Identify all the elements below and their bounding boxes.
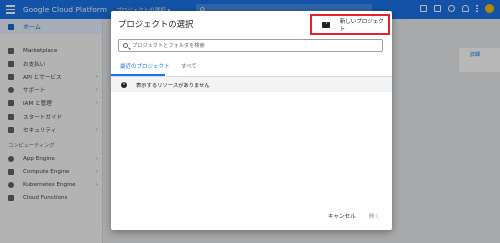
open-button[interactable]: 開く: [369, 212, 380, 220]
active-tab-indicator: [111, 74, 165, 76]
project-tabs: 最近のプロジェクト すべて: [111, 57, 392, 77]
search-placeholder: プロジェクトとフォルダを検索: [132, 43, 205, 49]
dialog-title: プロジェクトの選択: [118, 19, 194, 29]
tab-recent-projects[interactable]: 最近のプロジェクト: [120, 62, 170, 70]
empty-message: 表示するリソースがありません: [136, 82, 210, 89]
info-icon: i: [121, 81, 127, 88]
new-project-label: 新しいプロジェクト: [339, 18, 384, 33]
project-search-input[interactable]: プロジェクトとフォルダを検索: [118, 39, 383, 52]
tab-all[interactable]: すべて: [181, 62, 197, 70]
dialog-footer: キャンセル 開く: [328, 212, 380, 220]
empty-state-row: i 表示するリソースがありません: [111, 77, 392, 92]
search-icon: [123, 43, 128, 48]
cancel-button[interactable]: キャンセル: [328, 212, 356, 220]
new-folder-icon: [322, 19, 330, 28]
new-project-button[interactable]: 新しいプロジェクト: [310, 14, 390, 35]
select-project-dialog: プロジェクトの選択 新しいプロジェクト プロジェクトとフォルダを検索 最近のプロ…: [111, 11, 392, 230]
